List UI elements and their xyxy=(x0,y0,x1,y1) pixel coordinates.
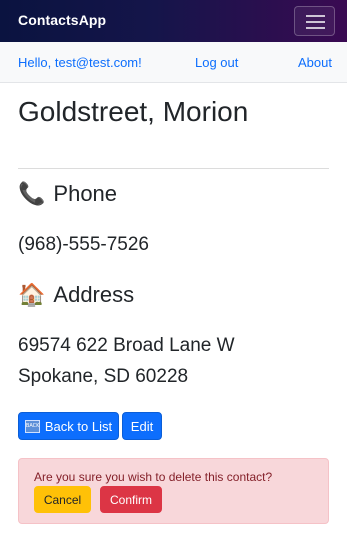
user-nav: Hello, test@test.com! Log out About xyxy=(0,42,347,83)
address-line-2: Spokane, SD 60228 xyxy=(18,366,189,387)
app-brand[interactable]: ContactsApp xyxy=(18,12,106,28)
address-heading-label: Address xyxy=(53,282,135,307)
logout-link[interactable]: Log out xyxy=(195,55,238,70)
phone-icon: 📞 xyxy=(18,181,46,206)
phone-heading-label: Phone xyxy=(53,181,118,206)
contact-name: Goldstreet, Morion xyxy=(18,96,249,127)
phone-heading: 📞 Phone xyxy=(18,181,117,207)
edit-label: Edit xyxy=(130,418,154,434)
user-greeting-link[interactable]: Hello, test@test.com! xyxy=(18,55,142,70)
confirm-button[interactable]: Confirm xyxy=(100,486,162,513)
address-heading: 🏠 Address xyxy=(18,282,134,308)
edit-button[interactable]: Edit xyxy=(122,412,162,440)
about-link[interactable]: About xyxy=(298,55,332,70)
delete-confirmation-alert: Are you sure you wish to delete this con… xyxy=(18,458,329,524)
back-icon: BACK xyxy=(24,419,40,433)
house-icon: 🏠 xyxy=(18,282,46,307)
phone-number: (968)-555-7526 xyxy=(18,234,149,255)
cancel-button[interactable]: Cancel xyxy=(34,486,91,513)
back-to-list-button[interactable]: BACK Back to List xyxy=(18,412,119,440)
back-to-list-label: Back to List xyxy=(44,418,113,434)
top-navbar: ContactsApp xyxy=(0,0,347,42)
navbar-toggler-button[interactable] xyxy=(294,6,335,36)
divider xyxy=(18,168,329,169)
delete-confirmation-message: Are you sure you wish to delete this con… xyxy=(34,470,273,484)
address-line-1: 69574 622 Broad Lane W xyxy=(18,335,235,356)
